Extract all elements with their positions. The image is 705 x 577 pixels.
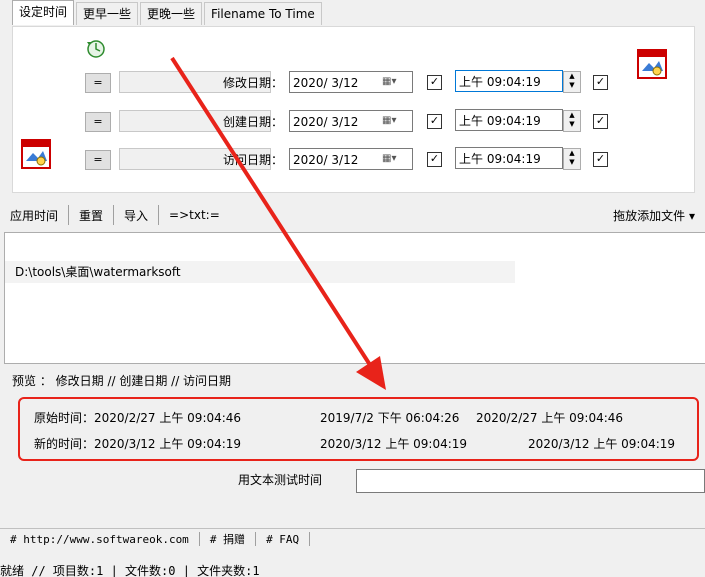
- test-time-input[interactable]: [356, 469, 705, 493]
- status-bar: 就绪 // 项目数:1 | 文件数:0 | 文件夹数:1: [0, 564, 260, 577]
- donate-link[interactable]: # 捐赠: [200, 531, 255, 547]
- link-divider: [309, 532, 311, 546]
- website-link[interactable]: # http://www.softwareok.com: [0, 533, 199, 546]
- links-bar: # http://www.softwareok.com # 捐赠 # FAQ: [0, 528, 705, 549]
- test-time-label: 用文本测试时间: [238, 473, 323, 487]
- faq-link[interactable]: # FAQ: [256, 533, 309, 546]
